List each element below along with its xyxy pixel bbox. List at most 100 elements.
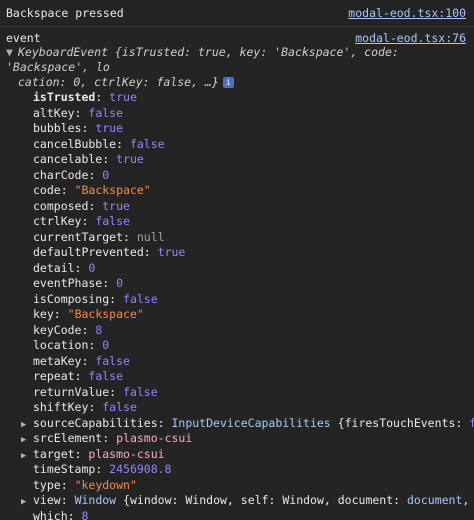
property-class: Window <box>74 493 117 507</box>
separator: : <box>81 353 96 368</box>
property-name: key <box>33 307 54 321</box>
property-value: false <box>88 105 124 120</box>
property-row: cancelable: true <box>33 152 474 168</box>
separator: : <box>88 198 103 213</box>
property-name: defaultPrevented <box>33 245 144 259</box>
property-name: keyCode <box>33 322 82 337</box>
property-name: sourceCapabilities <box>33 415 158 430</box>
separator: , <box>323 493 338 507</box>
property-row: returnValue: false <box>33 385 474 401</box>
separator: : <box>88 400 103 414</box>
separator: : <box>102 152 117 166</box>
property-row: shiftKey: false <box>33 400 474 416</box>
separator: { <box>116 493 130 507</box>
property-value: plasmo-csui <box>88 446 165 461</box>
property-row-srcelement[interactable]: ▶ srcElement: plasmo-csui <box>21 431 474 447</box>
inner-key: firesTouchEvents <box>344 415 456 430</box>
expand-triangle-down-icon[interactable]: ▼ <box>6 45 18 60</box>
property-row: location: 0 <box>33 338 474 354</box>
property-value: false <box>88 369 124 383</box>
expand-triangle-right-icon[interactable]: ▶ <box>21 418 33 434</box>
property-name: cancelable <box>33 152 103 166</box>
separator: : <box>60 183 75 197</box>
property-value: true <box>116 152 144 166</box>
property-name: currentTarget <box>33 229 124 244</box>
separator: : <box>116 136 130 151</box>
event-summary[interactable]: ▼ KeyboardEvent {isTrusted: true, key: 'B… <box>6 45 474 90</box>
property-value: "Backspace" <box>67 307 144 321</box>
separator: : <box>455 415 470 430</box>
separator: : <box>53 307 68 321</box>
property-name: ctrlKey <box>33 214 82 228</box>
property-value: 0 <box>102 338 110 352</box>
property-row: eventPhase: 0 <box>33 276 474 292</box>
expand-triangle-right-icon[interactable]: ▶ <box>21 433 33 449</box>
separator: : <box>74 446 89 461</box>
property-name: view <box>33 493 61 507</box>
separator: : <box>74 105 89 120</box>
property-name: charCode <box>33 167 89 182</box>
property-row: code: "Backspace" <box>33 183 474 199</box>
property-value: true <box>109 90 137 104</box>
property-value: false <box>102 400 137 414</box>
property-value: "keydown" <box>74 477 137 492</box>
property-row: defaultPrevented: true <box>33 245 474 261</box>
inner-key: self <box>240 493 269 507</box>
property-value: 8 <box>95 322 103 337</box>
inner-value: document <box>407 493 463 507</box>
property-row: cancelBubble: false <box>33 137 474 153</box>
property-row: repeat: false <box>33 369 474 385</box>
separator: : <box>60 493 75 507</box>
event-source-link[interactable]: modal-eod.tsx:76 <box>355 31 466 45</box>
property-row-sourcecapabilities[interactable]: ▶ sourceCapabilities: InputDeviceCapabili… <box>21 415 474 432</box>
separator: : <box>81 121 96 135</box>
separator: : <box>109 291 124 306</box>
property-row-view[interactable]: ▶ view: Window {window: Window, self: Win… <box>21 493 474 509</box>
separator: : <box>95 90 110 104</box>
property-row: metaKey: false <box>33 354 474 370</box>
source-link[interactable]: modal-eod.tsx:100 <box>348 0 466 26</box>
separator: : <box>81 214 96 228</box>
expand-triangle-right-icon[interactable]: ▶ <box>21 495 33 511</box>
separator: , <box>226 493 241 507</box>
separator: : <box>102 276 117 290</box>
property-name: cancelBubble <box>33 136 117 151</box>
property-value: false <box>129 136 165 151</box>
property-value: false <box>123 384 158 399</box>
event-summary-line1: KeyboardEvent {isTrusted: true, key: 'Ba… <box>6 45 399 74</box>
separator: : <box>123 229 137 244</box>
console-message-backspace: Backspace pressed modal-eod.tsx:100 <box>0 0 474 27</box>
property-name: bubbles <box>33 121 82 135</box>
info-icon[interactable]: i <box>222 77 234 88</box>
separator: : <box>67 508 82 520</box>
separator: : <box>88 167 103 182</box>
property-row: altKey: false <box>33 106 474 122</box>
inner-value: Window <box>185 493 227 507</box>
separator: : <box>102 431 117 445</box>
message-text: Backspace pressed <box>6 6 124 20</box>
property-row: key: "Backspace" <box>33 307 474 323</box>
property-value: "Backspace" <box>74 183 151 197</box>
property-name: composed <box>33 198 89 213</box>
separator: : <box>81 322 96 337</box>
property-value: false <box>95 353 130 368</box>
inner-key: window <box>129 493 172 507</box>
separator: : <box>74 260 89 275</box>
property-name: target <box>33 446 75 461</box>
separator: { <box>330 415 345 430</box>
separator: : <box>109 384 124 399</box>
property-name: detail <box>33 260 75 275</box>
property-name: returnValue <box>33 384 110 399</box>
property-row-target[interactable]: ▶ target: plasmo-csui <box>21 446 474 463</box>
property-row-which: which: 8 <box>33 509 474 520</box>
property-row-type: type: "keydown" <box>33 478 474 494</box>
property-value: false <box>123 291 158 306</box>
property-name: srcElement <box>33 431 103 445</box>
property-name: code <box>33 183 61 197</box>
separator: : <box>143 245 158 259</box>
property-row: currentTarget: null <box>33 230 474 246</box>
separator: : <box>393 493 407 507</box>
separator: : <box>74 369 89 383</box>
property-value: true <box>157 245 186 259</box>
expand-triangle-right-icon[interactable]: ▶ <box>21 449 33 465</box>
